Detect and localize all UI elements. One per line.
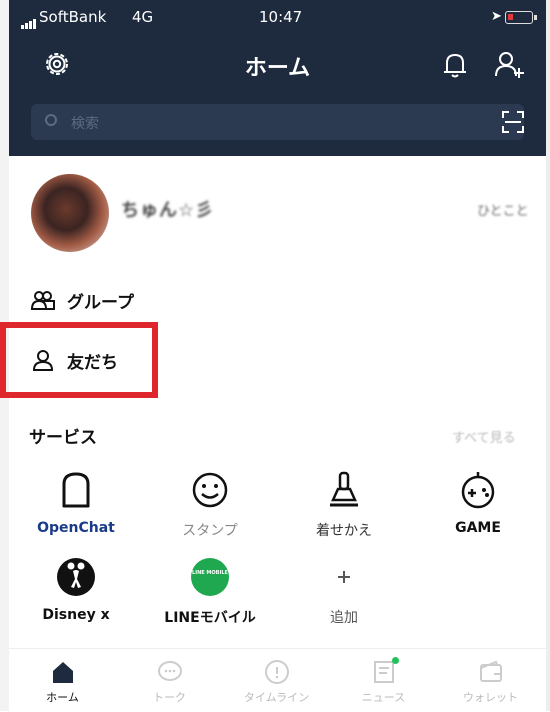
tab-home[interactable]: ホーム: [9, 659, 116, 709]
groups-label: グループ: [67, 293, 134, 313]
add-friend-icon[interactable]: [494, 50, 526, 80]
search-input[interactable]: 検索: [31, 104, 524, 140]
tab-label: ウォレット: [463, 691, 518, 704]
service-label: LINEモバイル: [164, 610, 256, 626]
home-header: SoftBank 4G 10:47 ➤ ホーム 検索: [9, 0, 546, 156]
highlight-annotation-box: [0, 322, 158, 398]
timeline-icon: [264, 660, 289, 684]
line-mobile-icon: [191, 558, 229, 596]
notification-bell-icon[interactable]: [442, 50, 468, 80]
plus-icon: [338, 571, 350, 583]
service-label: スタンプ: [182, 523, 238, 539]
openchat-icon: [62, 472, 90, 508]
chat-icon: [157, 661, 182, 681]
wallet-icon: [479, 660, 502, 682]
tab-label: トーク: [153, 691, 186, 704]
home-icon: [52, 662, 73, 683]
tab-label: ホーム: [46, 691, 79, 704]
service-label: 追加: [330, 610, 358, 626]
line-mobile-icon-text: LINE MOBILE: [192, 570, 228, 576]
service-theme[interactable]: 着せかえ: [277, 470, 411, 554]
tab-timeline[interactable]: タイムライン: [223, 659, 330, 709]
bottom-tab-bar: ホーム トーク タイムライン ニュース ウォレット: [9, 648, 546, 712]
service-label: 着せかえ: [316, 523, 372, 539]
signal-strength-icon: [21, 11, 37, 29]
qr-scan-icon[interactable]: [501, 110, 525, 134]
group-icon: [31, 291, 55, 310]
service-sticker[interactable]: スタンプ: [143, 470, 277, 554]
theme-brush-icon: [330, 471, 358, 507]
status-bar: SoftBank 4G 10:47 ➤: [9, 6, 546, 32]
tab-label: ニュース: [361, 691, 406, 704]
sticker-smiley-icon: [192, 472, 228, 508]
clock: 10:47: [259, 8, 303, 26]
profile-status-message: ひとこと: [477, 204, 529, 219]
news-badge-dot: [392, 657, 399, 664]
service-openchat[interactable]: OpenChat: [9, 470, 143, 554]
tab-label: タイムライン: [243, 691, 310, 704]
line-home-screen: SoftBank 4G 10:47 ➤ ホーム 検索 ちゅん☆彡 ひとこと グル…: [0, 0, 546, 712]
groups-row[interactable]: グループ: [9, 274, 546, 326]
service-game[interactable]: GAME: [411, 470, 545, 554]
screen-edge-right: [546, 0, 550, 711]
search-icon: [45, 114, 57, 126]
service-label: OpenChat: [37, 520, 115, 536]
battery-icon: [505, 11, 537, 24]
tab-talk[interactable]: トーク: [116, 659, 223, 709]
carrier-name: SoftBank: [39, 8, 107, 26]
location-arrow-icon: ➤: [491, 9, 502, 24]
my-profile-row[interactable]: ちゅん☆彡 ひとこと: [9, 156, 546, 266]
service-label: GAME: [455, 520, 501, 536]
service-disney[interactable]: Disney x: [9, 557, 143, 641]
see-all-services-link[interactable]: すべて見る: [452, 427, 516, 446]
tab-news[interactable]: ニュース: [330, 657, 437, 709]
search-placeholder: 検索: [71, 116, 99, 132]
disney-mickey-icon: [57, 558, 95, 596]
tab-wallet[interactable]: ウォレット: [437, 659, 544, 709]
service-line-mobile[interactable]: LINE MOBILE LINEモバイル: [143, 557, 277, 641]
avatar[interactable]: [31, 174, 109, 252]
service-label: Disney x: [42, 607, 110, 623]
network-type: 4G: [132, 8, 154, 26]
profile-name: ちゅん☆彡: [121, 200, 215, 221]
game-controller-icon: [461, 472, 495, 509]
service-add[interactable]: 追加: [277, 557, 411, 641]
services-heading: サービス: [29, 428, 97, 448]
